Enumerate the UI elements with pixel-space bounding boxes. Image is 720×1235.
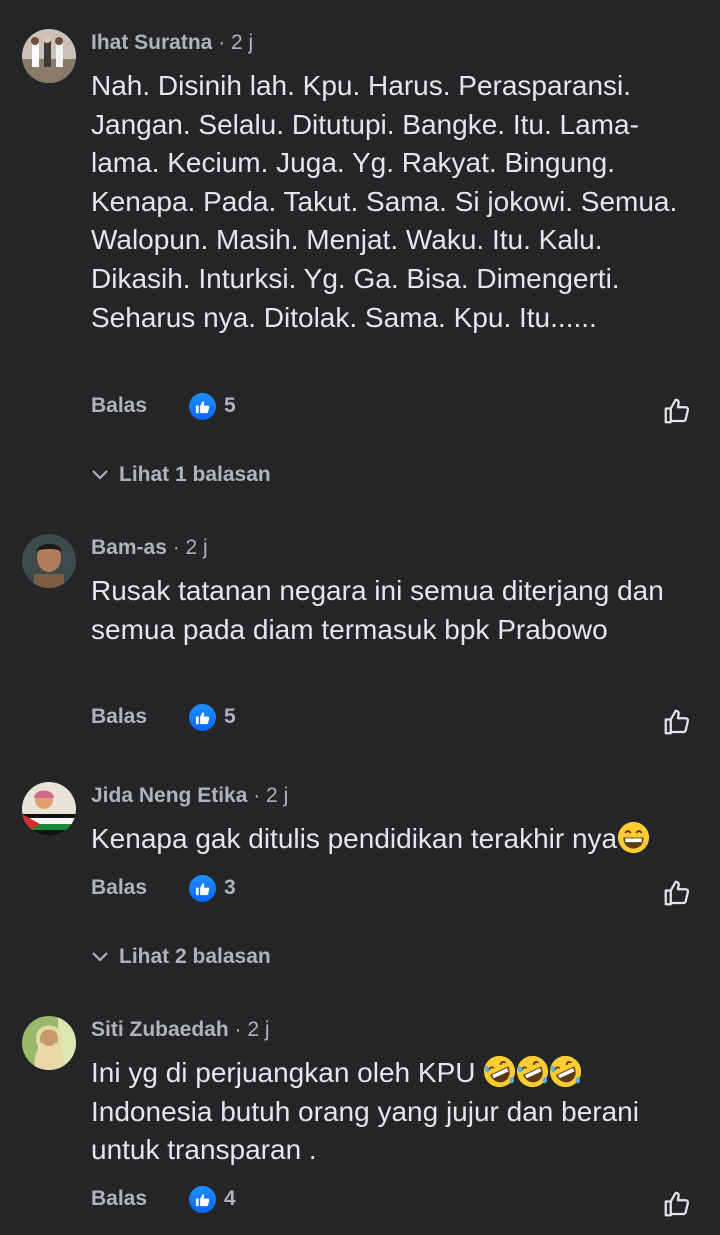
timestamp[interactable]: · 2 j bbox=[235, 1018, 270, 1041]
view-replies-link[interactable]: Lihat 1 balasan bbox=[91, 463, 271, 487]
thumbs-up-icon bbox=[664, 398, 690, 424]
like-reaction-icon bbox=[189, 703, 217, 731]
like-button[interactable] bbox=[662, 878, 692, 908]
comment-meta: Ihat Suratna · 2 j bbox=[91, 30, 253, 56]
timestamp[interactable]: · 2 j bbox=[218, 31, 253, 54]
comment-text-wrap: Kenapa gak ditulis pendidikan terakhir n… bbox=[91, 820, 711, 859]
like-button[interactable] bbox=[662, 707, 692, 737]
reaction-count: 3 bbox=[224, 876, 236, 899]
avatar[interactable] bbox=[22, 782, 76, 836]
reaction-count: 5 bbox=[224, 394, 236, 417]
thumbs-up-icon bbox=[664, 709, 690, 735]
comment-actions: Balas 5 bbox=[91, 702, 236, 732]
thumbs-up-icon bbox=[664, 880, 690, 906]
comment-text: Kenapa gak ditulis pendidikan terakhir n… bbox=[91, 823, 618, 854]
comment-text: Ini yg di perjuangkan oleh KPU bbox=[91, 1057, 476, 1088]
avatar[interactable] bbox=[22, 534, 76, 588]
like-reaction-icon bbox=[189, 1185, 217, 1213]
reply-button[interactable]: Balas bbox=[91, 705, 147, 729]
rolling-on-the-floor-laughing-emoji bbox=[550, 1055, 582, 1088]
view-replies-label: Lihat 1 balasan bbox=[119, 463, 271, 486]
timestamp[interactable]: · 2 j bbox=[173, 536, 208, 559]
reaction-summary[interactable]: 4 bbox=[189, 1185, 236, 1213]
comment-text: Nah. Disinih lah. Kpu. Harus. Perasparan… bbox=[91, 70, 678, 333]
reaction-summary[interactable]: 3 bbox=[189, 874, 236, 902]
view-replies-link[interactable]: Lihat 2 balasan bbox=[91, 945, 271, 969]
rolling-on-the-floor-laughing-emoji bbox=[484, 1055, 516, 1088]
reply-button[interactable]: Balas bbox=[91, 394, 147, 418]
avatar[interactable] bbox=[22, 29, 76, 83]
avatar[interactable] bbox=[22, 1016, 76, 1070]
like-reaction-icon bbox=[189, 392, 217, 420]
reaction-count: 4 bbox=[224, 1187, 236, 1210]
author-name[interactable]: Ihat Suratna bbox=[91, 31, 212, 54]
emoji-group bbox=[483, 1055, 582, 1088]
like-button[interactable] bbox=[662, 396, 692, 426]
reaction-summary[interactable]: 5 bbox=[189, 392, 236, 420]
reaction-count: 5 bbox=[224, 705, 236, 728]
grinning-face-with-smiling-eyes-emoji bbox=[618, 821, 650, 854]
rolling-on-the-floor-laughing-emoji bbox=[517, 1055, 549, 1088]
timestamp[interactable]: · 2 j bbox=[253, 784, 288, 807]
comment-actions: Balas 5 bbox=[91, 391, 236, 421]
comment-meta: Jida Neng Etika · 2 j bbox=[91, 783, 288, 809]
like-reaction-icon bbox=[189, 874, 217, 902]
comment-text: Indonesia butuh orang yang jujur dan ber… bbox=[91, 1095, 639, 1166]
like-button[interactable] bbox=[662, 1189, 692, 1219]
reaction-summary[interactable]: 5 bbox=[189, 703, 236, 731]
comment-meta: Bam-as · 2 j bbox=[91, 535, 208, 561]
comment-text-wrap: Ini yg di perjuangkan oleh KPU Indonesia… bbox=[91, 1054, 701, 1170]
author-name[interactable]: Bam-as bbox=[91, 536, 167, 559]
chevron-down-icon bbox=[92, 952, 108, 962]
comment-actions: Balas 3 bbox=[91, 873, 236, 903]
comment-actions: Balas 4 bbox=[91, 1184, 236, 1214]
comment-text: Rusak tatanan negara ini semua diterjang… bbox=[91, 575, 664, 645]
author-name[interactable]: Siti Zubaedah bbox=[91, 1018, 229, 1041]
author-name[interactable]: Jida Neng Etika bbox=[91, 784, 247, 807]
reply-button[interactable]: Balas bbox=[91, 876, 147, 900]
view-replies-label: Lihat 2 balasan bbox=[119, 945, 271, 968]
comment-meta: Siti Zubaedah · 2 j bbox=[91, 1017, 270, 1043]
thumbs-up-icon bbox=[664, 1191, 690, 1217]
chevron-down-icon bbox=[92, 470, 108, 480]
reply-button[interactable]: Balas bbox=[91, 1187, 147, 1211]
